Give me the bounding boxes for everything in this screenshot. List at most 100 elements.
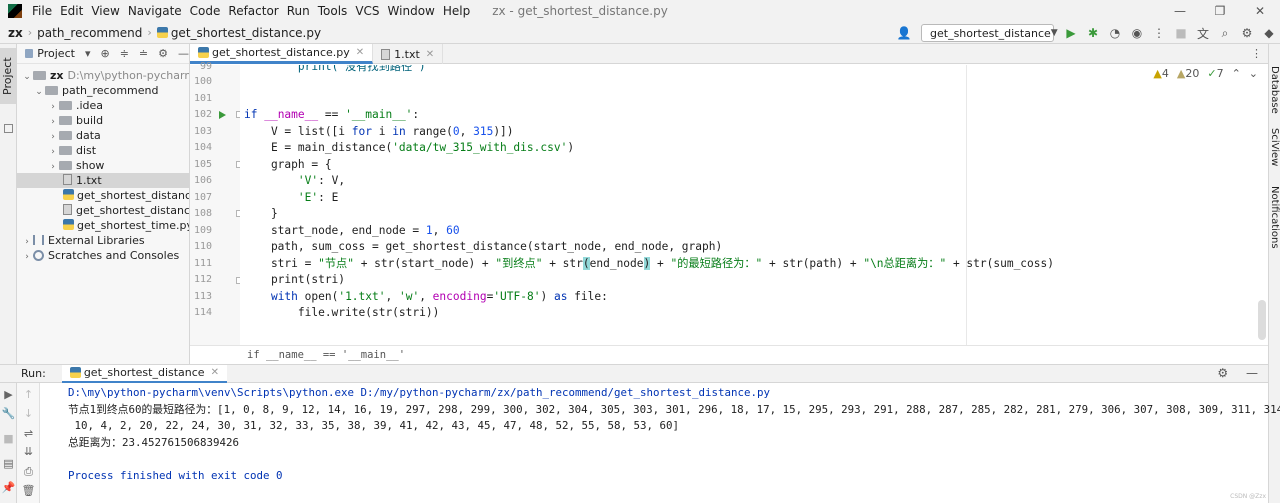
expand-all-icon[interactable]: ≑ <box>120 47 129 60</box>
tree-item-file[interactable]: get_shortest_time.py <box>17 218 189 233</box>
gear-icon[interactable]: ⚙ <box>158 47 168 60</box>
profile-icon[interactable]: ◉ <box>1126 26 1148 40</box>
pycharm-logo-icon <box>8 4 22 18</box>
tab-1-txt[interactable]: 1.txt ✕ <box>373 44 444 64</box>
menu-navigate[interactable]: Navigate <box>124 0 186 22</box>
tree-item-root[interactable]: ⌄ zxD:\my\python-pycharm\zx <box>17 68 189 83</box>
menu-bar: File Edit View Navigate Code Refactor Ru… <box>0 0 1280 22</box>
tree-item-folder[interactable]: › dist <box>17 143 189 158</box>
tree-item-scratches[interactable]: › Scratches and Consoles <box>17 248 189 263</box>
tree-item-folder[interactable]: › .idea <box>17 98 189 113</box>
tree-item-file[interactable]: get_shortest_distance.py <box>17 188 189 203</box>
menu-tools[interactable]: Tools <box>314 0 352 22</box>
coverage-icon[interactable]: ◔ <box>1104 26 1126 40</box>
tree-item-folder[interactable]: › show <box>17 158 189 173</box>
notifications-tool-tab[interactable]: Notifications <box>1268 186 1280 249</box>
hide-icon[interactable]: — <box>1246 366 1258 380</box>
wrench-icon[interactable]: 🔧 <box>0 407 17 420</box>
breadcrumb-folder[interactable]: path_recommend <box>34 26 145 40</box>
editor-breadcrumb[interactable]: if __name__ == '__main__' <box>190 345 1268 364</box>
typo-count[interactable]: ✓7 <box>1207 67 1223 80</box>
close-tab-icon[interactable]: ✕ <box>211 367 219 378</box>
menu-run[interactable]: Run <box>283 0 314 22</box>
menu-vcs[interactable]: VCS <box>351 0 383 22</box>
search-icon[interactable]: ⌕ <box>1214 26 1236 41</box>
menu-code[interactable]: Code <box>186 0 225 22</box>
menu-refactor[interactable]: Refactor <box>224 0 282 22</box>
run-console[interactable]: D:\my\python-pycharm\venv\Scripts\python… <box>40 383 1280 503</box>
editor-scrollbar[interactable] <box>1258 300 1266 340</box>
stop-icon[interactable]: ■ <box>0 432 17 445</box>
stop-icon[interactable]: ■ <box>1170 26 1192 40</box>
menu-window[interactable]: Window <box>384 0 439 22</box>
minimize-icon[interactable]: — <box>1160 0 1200 22</box>
breadcrumb-scope[interactable]: if __name__ == '__main__' <box>247 349 405 361</box>
structure-icon[interactable] <box>4 124 13 133</box>
rerun-icon[interactable]: ▶ <box>0 388 17 401</box>
close-tab-icon[interactable]: ✕ <box>356 47 364 58</box>
gear-icon[interactable]: ⚙ <box>1217 366 1228 380</box>
chevron-down-icon: ▼ <box>1050 28 1058 38</box>
breadcrumb-project[interactable]: zx <box>0 26 26 40</box>
tree-item-folder[interactable]: › build <box>17 113 189 128</box>
tree-item-folder[interactable]: › data <box>17 128 189 143</box>
code-line-110: path, sum_coss = get_shortest_distance(s… <box>244 239 722 255</box>
warnings-count[interactable]: ▲4 <box>1153 67 1168 80</box>
menu-file[interactable]: File <box>28 0 56 22</box>
code-line-113: with open('1.txt', 'w', encoding='UTF-8'… <box>244 289 608 305</box>
code-line-112: print(stri) <box>244 272 345 288</box>
code-token: open( <box>297 290 339 303</box>
run-config-label: get_shortest_distance <box>930 26 1051 40</box>
scroll-to-end-icon[interactable]: ⇊ <box>17 445 40 458</box>
code-editor[interactable]: print("没有找到路径") if __name__ == '__main__… <box>240 65 1258 345</box>
python-file-icon <box>198 47 209 58</box>
run-gutter-icon[interactable] <box>219 111 226 119</box>
user-icon[interactable]: 👤 <box>893 26 915 40</box>
tree-item-file[interactable]: get_shortest_distance.spec <box>17 203 189 218</box>
translate-icon[interactable]: 文 <box>1192 25 1214 42</box>
menu-help[interactable]: Help <box>439 0 474 22</box>
chevron-down-icon: ⌄ <box>23 72 31 82</box>
weak-warnings-count[interactable]: ▲20 <box>1177 67 1199 80</box>
run-panel-actions: ⚙ — <box>1203 366 1258 380</box>
ide-logo-icon[interactable]: ◆ <box>1258 26 1280 40</box>
database-tool-tab[interactable]: Database <box>1268 66 1280 114</box>
collapse-all-icon[interactable]: ≐ <box>139 47 148 60</box>
arrow-up-icon[interactable]: ↑ <box>17 388 40 401</box>
menu-edit[interactable]: Edit <box>56 0 87 22</box>
tree-label: zx <box>50 69 64 82</box>
more-tabs-icon[interactable]: ⋮ <box>1251 47 1262 60</box>
debug-icon[interactable]: ✱ <box>1082 26 1104 40</box>
tree-item-folder[interactable]: ⌄ path_recommend <box>17 83 189 98</box>
run-tab[interactable]: get_shortest_distance ✕ <box>61 364 227 383</box>
sciview-tool-tab[interactable]: SciView <box>1268 128 1280 166</box>
close-icon[interactable]: ✕ <box>1240 0 1280 22</box>
restore-icon[interactable]: ❐ <box>1200 0 1240 22</box>
more-run-icon[interactable]: ⋮ <box>1148 26 1170 40</box>
chevron-down-icon[interactable]: ⌄ <box>1249 67 1258 80</box>
settings-icon[interactable]: ⚙ <box>1236 26 1258 40</box>
pin-icon[interactable]: 📌 <box>0 481 17 494</box>
tree-item-external-libraries[interactable]: › External Libraries <box>17 233 189 248</box>
tree-label: .idea <box>76 99 104 112</box>
inspection-widget[interactable]: ▲4 ▲20 ✓7 ⌃ ⌄ <box>1153 67 1258 80</box>
project-tool-tab[interactable]: Project <box>0 48 16 104</box>
chevron-up-icon[interactable]: ⌃ <box>1232 67 1241 80</box>
arrow-down-icon[interactable]: ↓ <box>17 407 40 420</box>
layout-icon[interactable]: ▤ <box>0 457 17 470</box>
soft-wrap-icon[interactable]: ⇌ <box>17 427 40 440</box>
run-icon[interactable]: ▶ <box>1060 26 1082 40</box>
close-tab-icon[interactable]: ✕ <box>426 49 434 60</box>
print-icon[interactable]: ⎙ <box>17 465 40 479</box>
locate-icon[interactable]: ⊕ <box>100 47 109 60</box>
menu-view[interactable]: View <box>87 0 123 22</box>
project-panel-title[interactable]: Project <box>37 47 75 60</box>
run-configuration-select[interactable]: get_shortest_distance ▼ <box>921 24 1058 42</box>
hide-icon[interactable]: — <box>178 47 189 60</box>
tree-item-file[interactable]: 1.txt <box>17 173 189 188</box>
code-token: range( <box>405 125 453 138</box>
tab-get-shortest-distance[interactable]: get_shortest_distance.py ✕ <box>190 44 374 64</box>
trash-icon[interactable]: 🗑 <box>17 484 40 497</box>
breadcrumb-file[interactable]: get_shortest_distance.py <box>154 26 324 40</box>
chevron-down-icon[interactable]: ▾ <box>85 47 91 60</box>
